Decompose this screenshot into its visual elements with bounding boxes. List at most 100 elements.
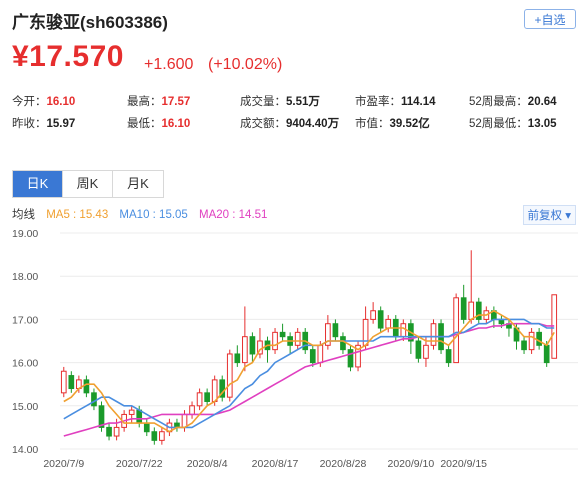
candle-body	[189, 405, 195, 415]
ma-legend: 均线 MA5 : 15.43 MA10 : 15.05 MA20 : 14.51	[12, 206, 275, 222]
candle-body	[377, 310, 384, 329]
candle-body	[106, 426, 112, 437]
y-tick-label: 15.00	[12, 401, 38, 413]
stat-value: 15.97	[46, 118, 76, 130]
candle-body	[159, 431, 165, 441]
current-price: ¥17.570	[12, 40, 124, 73]
candle-body	[113, 426, 120, 437]
candle-body	[453, 297, 459, 364]
ma20-line	[63, 322, 555, 437]
candle-body	[83, 379, 90, 394]
stat-value: 5.51万	[286, 96, 320, 108]
candle-body	[181, 413, 188, 428]
y-tick-label: 19.00	[12, 228, 38, 240]
kline-period-tabs: 日K 周K 月K	[12, 170, 164, 198]
x-tick-label: 2020/7/9	[43, 458, 84, 470]
stat-value: 9404.40万	[286, 118, 340, 130]
stat-label: 52周最低：	[469, 118, 528, 130]
x-tick-label: 2020/8/17	[252, 458, 299, 470]
candle-body	[347, 349, 354, 368]
stat-label: 最高：	[127, 96, 162, 108]
stat-turnover: 成交额：9404.40万	[240, 115, 339, 131]
stat-label: 成交额：	[240, 118, 286, 130]
candle-body	[211, 379, 218, 402]
tab-daily-k[interactable]: 日K	[13, 171, 63, 197]
stat-label: 最低：	[127, 118, 162, 130]
candle-body	[136, 409, 143, 424]
stat-value: 114.14	[401, 96, 436, 108]
stat-label: 今开：	[12, 96, 47, 108]
y-axis-labels: 14.00 15.00 16.00 17.00 18.00 19.00	[12, 228, 38, 456]
stat-value: 16.10	[161, 118, 191, 130]
y-tick-label: 16.00	[12, 358, 38, 370]
candle-body	[143, 422, 150, 433]
candle-body	[309, 349, 316, 364]
candle-body	[226, 353, 233, 398]
stat-52w-low: 52周最低：13.05	[469, 115, 557, 131]
candle-body	[340, 336, 346, 351]
stat-label: 市盈率：	[355, 96, 401, 108]
stats-row-1: 今开：16.10 最高：17.57 成交量：5.51万 市盈率：114.14 5…	[12, 93, 582, 115]
candle-body	[445, 349, 452, 364]
stat-label: 昨收：	[12, 118, 47, 130]
legend-ma5: MA5 : 15.43	[46, 209, 109, 221]
x-axis-labels: 2020/7/9 2020/7/22 2020/8/4 2020/8/17 2020/8…	[43, 458, 487, 470]
legend-ma10: MA10 : 15.05	[119, 209, 188, 221]
tab-monthly-k[interactable]: 月K	[113, 171, 163, 197]
legend-prefix: 均线	[12, 209, 35, 221]
stat-high: 最高：17.57	[127, 93, 190, 109]
candle-body	[430, 323, 437, 346]
candle-body	[468, 301, 475, 320]
stat-volume: 成交量：5.51万	[240, 93, 320, 109]
candle-body	[249, 336, 256, 355]
candlestick-chart: 14.00 15.00 16.00 17.00 18.00 19.00 2020/7/9 2…	[12, 228, 578, 470]
candle-body	[151, 431, 158, 441]
stat-value: 13.05	[527, 118, 557, 130]
candle-body	[204, 392, 210, 402]
candle-body	[294, 331, 301, 346]
candle-body	[332, 323, 339, 338]
tab-weekly-k[interactable]: 周K	[63, 171, 113, 197]
stat-value: 20.64	[527, 96, 557, 108]
candle-body	[400, 323, 407, 338]
stat-open: 今开：16.10	[12, 93, 75, 109]
stat-pe: 市盈率：114.14	[355, 93, 436, 109]
y-tick-label: 17.00	[12, 314, 38, 326]
x-tick-label: 2020/8/28	[320, 458, 367, 470]
candle-body	[242, 336, 248, 364]
y-tick-label: 14.00	[12, 444, 38, 456]
x-tick-label: 2020/7/22	[116, 458, 163, 470]
stat-low: 最低：16.10	[127, 115, 190, 131]
stat-label: 52周最高：	[469, 96, 528, 108]
candle-body	[91, 392, 97, 407]
add-watchlist-button[interactable]: +自选	[524, 9, 576, 29]
candle-body	[528, 331, 535, 351]
candle-body	[370, 310, 376, 320]
y-tick-label: 18.00	[12, 271, 38, 283]
stat-value: 16.10	[46, 96, 76, 108]
stat-value: 39.52亿	[389, 118, 430, 130]
candle-body	[536, 331, 542, 346]
quote-stats: 今开：16.10 最高：17.57 成交量：5.51万 市盈率：114.14 5…	[12, 93, 582, 137]
candle-body	[460, 297, 467, 320]
stat-52w-high: 52周最高：20.64	[469, 93, 557, 109]
candles	[60, 250, 558, 445]
stock-title: 广东骏亚(sh603386)	[12, 13, 168, 32]
candle-body	[521, 340, 527, 351]
candle-body	[196, 392, 203, 407]
legend-ma20: MA20 : 14.51	[199, 209, 268, 221]
x-tick-label: 2020/9/10	[388, 458, 435, 470]
stat-label: 成交量：	[240, 96, 286, 108]
stat-label: 市值：	[355, 118, 390, 130]
stat-market-cap: 市值：39.52亿	[355, 115, 430, 131]
candle-body	[128, 409, 135, 415]
candle-body	[543, 344, 550, 364]
x-tick-label: 2020/9/15	[440, 458, 487, 470]
candle-body	[317, 344, 324, 364]
stat-value: 17.57	[161, 96, 191, 108]
candle-body	[279, 331, 286, 338]
candle-body	[415, 340, 422, 359]
price-change-pct: (+10.02%)	[208, 56, 283, 73]
stat-prev-close: 昨收：15.97	[12, 115, 75, 131]
candle-body	[68, 375, 75, 390]
